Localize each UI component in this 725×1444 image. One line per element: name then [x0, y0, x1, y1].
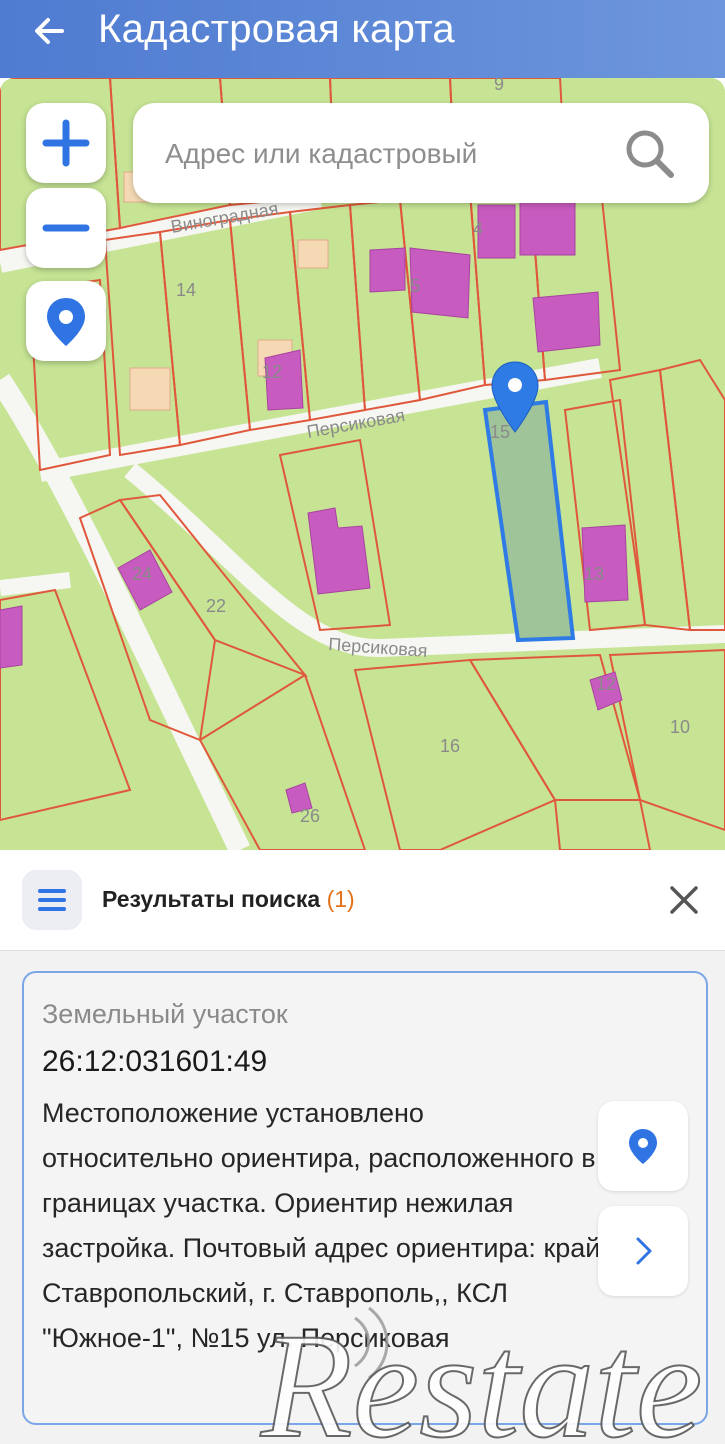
- results-header: Результаты поиска (1): [0, 850, 725, 951]
- parcel-number: 10: [670, 717, 690, 737]
- parcel-number: 4: [473, 219, 483, 239]
- restate-watermark-logo: Restate: [259, 1302, 704, 1444]
- parcel-number: 26: [300, 806, 320, 826]
- zoom-out-button[interactable]: [26, 188, 106, 268]
- cadastral-number: 26:12:031601:49: [42, 1045, 268, 1078]
- show-on-map-button[interactable]: [598, 1101, 688, 1191]
- parcel-number: 24: [132, 564, 152, 584]
- parcel-number: 12: [596, 674, 616, 694]
- parcel-type: Земельный участок: [42, 999, 288, 1029]
- search-bar: [133, 103, 709, 203]
- zoom-in-button[interactable]: [26, 103, 106, 183]
- search-input[interactable]: [163, 131, 607, 177]
- close-icon[interactable]: [662, 878, 706, 922]
- results-title-text: Результаты поиска: [102, 886, 321, 912]
- my-location-button[interactable]: [26, 281, 106, 361]
- location-pin-icon: [47, 298, 85, 346]
- parcel-number: 16: [440, 736, 460, 756]
- minus-icon: [42, 224, 90, 232]
- search-icon[interactable]: [621, 125, 677, 181]
- parcel-number: 22: [206, 596, 226, 616]
- plus-icon: [42, 119, 90, 167]
- results-title: Результаты поиска (1): [102, 886, 355, 913]
- parcel-number: 12: [262, 362, 282, 382]
- parcel-number: 9: [494, 78, 504, 94]
- app-header: Кадастровая карта: [0, 0, 725, 78]
- watermark-text: Restate: [260, 1303, 703, 1444]
- menu-button[interactable]: [22, 870, 82, 930]
- back-arrow-icon[interactable]: [26, 8, 72, 54]
- location-pin-icon: [629, 1129, 657, 1164]
- parcel-number: 15: [490, 422, 510, 442]
- parcel-number: 13: [584, 564, 604, 584]
- parcel-number: 5: [410, 276, 420, 296]
- parcel-number: 14: [176, 280, 196, 300]
- page-title: Кадастровая карта: [98, 7, 455, 51]
- results-count: (1): [326, 886, 355, 912]
- open-details-button[interactable]: [598, 1206, 688, 1296]
- hamburger-menu-icon: [38, 889, 66, 911]
- chevron-right-icon: [636, 1237, 652, 1265]
